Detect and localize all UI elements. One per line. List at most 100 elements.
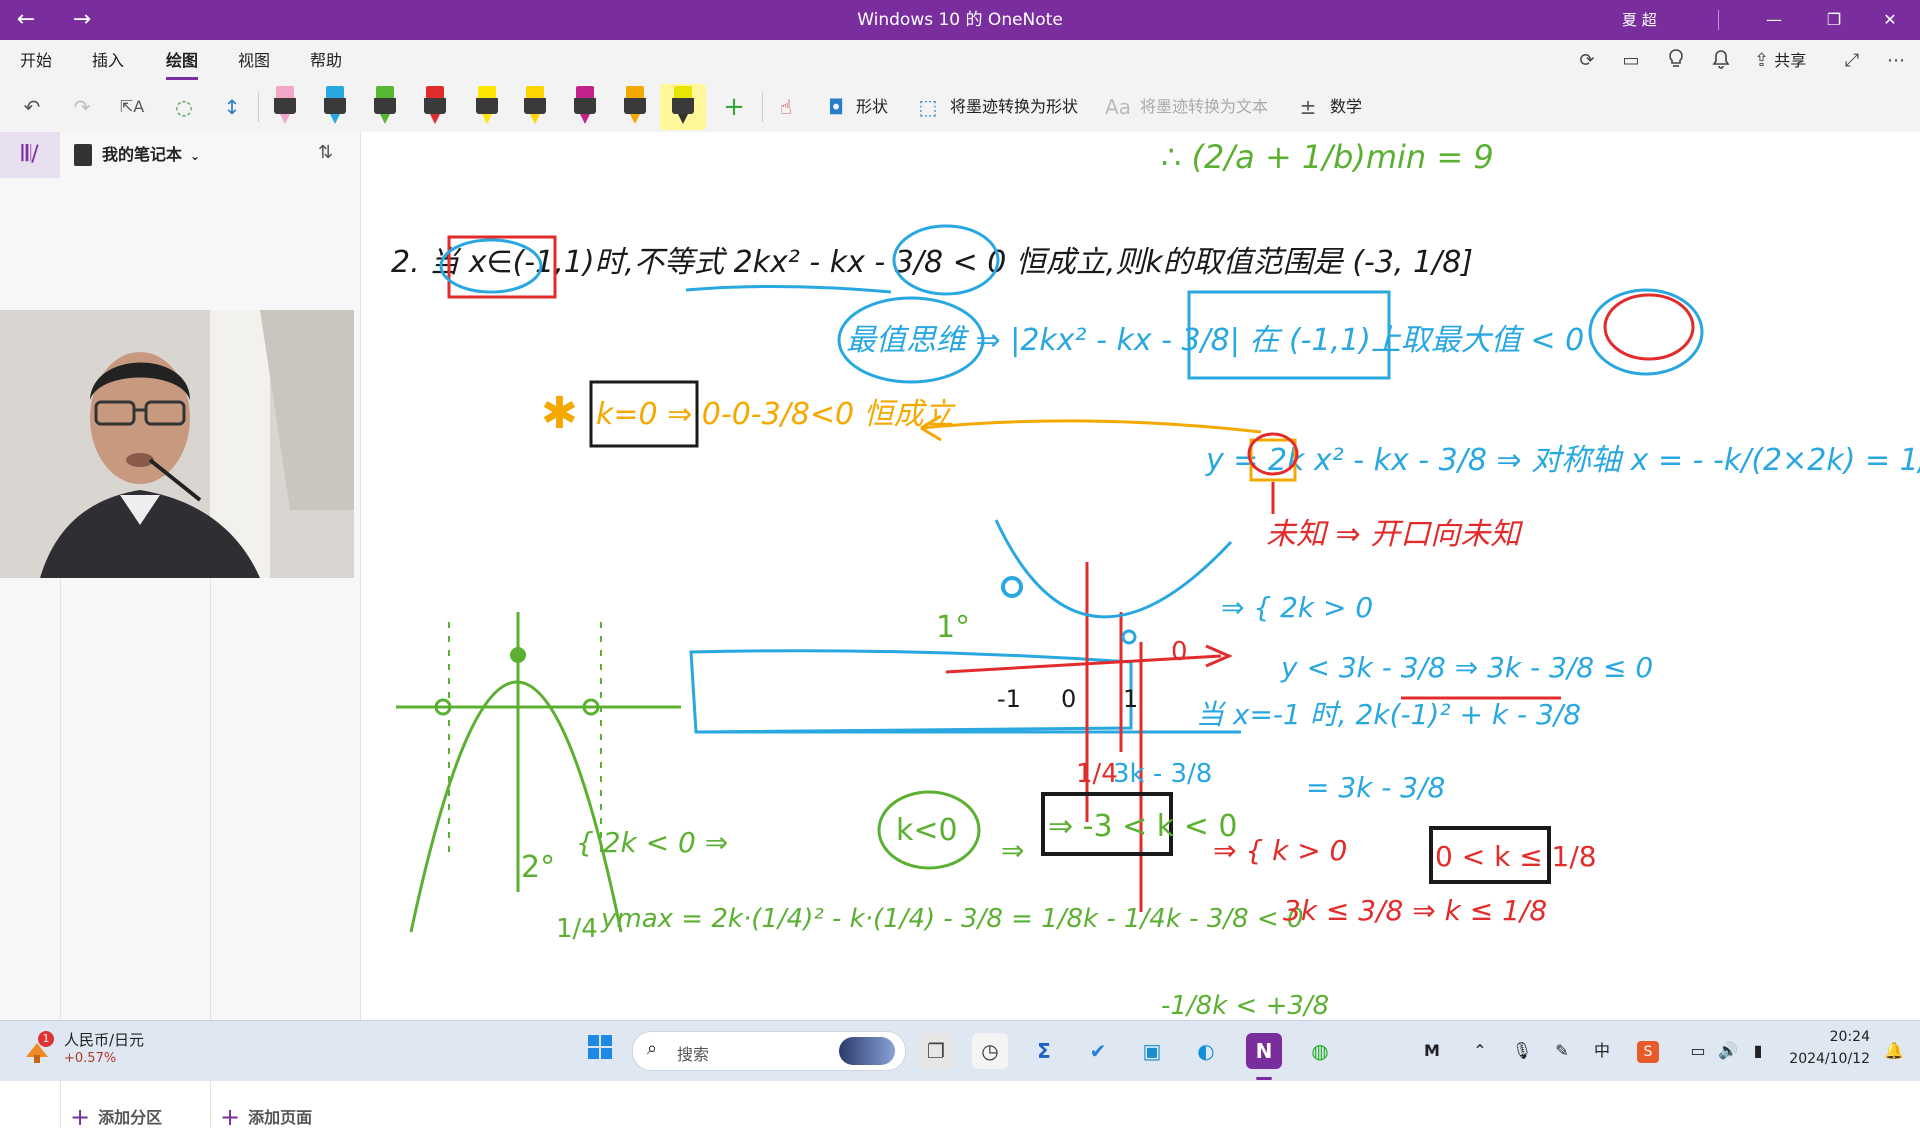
lightbulb-icon[interactable]	[1662, 48, 1690, 74]
notebooks-icon[interactable]: 𝄃𝄃/	[0, 132, 60, 178]
onenote-app-icon[interactable]: N	[1246, 1033, 1282, 1069]
lasso-text-select-icon[interactable]: ⇱A	[116, 92, 148, 122]
notification-bell-icon[interactable]: 🔔	[1880, 1021, 1908, 1081]
ink-to-shape-button[interactable]: 将墨迹转换为形状	[950, 82, 1078, 132]
pen-red[interactable]	[424, 86, 446, 126]
ink-case1-label: 1°	[936, 610, 970, 645]
todo-app-icon[interactable]: ✔	[1080, 1033, 1116, 1069]
lasso-select-icon[interactable]: ◌	[168, 92, 200, 122]
undo-icon[interactable]: ↶	[16, 92, 48, 122]
start-icon[interactable]	[582, 1033, 618, 1069]
pen-tray-icon[interactable]: ✎	[1548, 1021, 1576, 1081]
ink-case2-line: { 2k < 0 ⇒	[576, 826, 728, 859]
tab-help[interactable]: 帮助	[310, 40, 342, 82]
pen-yellow[interactable]	[524, 86, 546, 126]
bell-icon[interactable]	[1707, 48, 1735, 74]
volume-icon[interactable]: 🔊	[1714, 1021, 1742, 1081]
notebook-selector[interactable]: 我的笔记本 ⌄ ⇅	[60, 132, 360, 178]
math-button[interactable]: 数学	[1330, 82, 1362, 132]
share-button[interactable]: ⇪ 共享	[1754, 40, 1806, 82]
task-view-icon[interactable]: ❐	[918, 1033, 954, 1069]
ink-red-circle	[1603, 293, 1695, 361]
mi-logo-icon[interactable]: M	[1412, 1021, 1452, 1081]
microphone-icon[interactable]: 🎙	[1508, 1021, 1536, 1081]
clock-time[interactable]: 20:24	[1790, 1029, 1870, 1045]
ink-case2-line: -1/8k < +3/8	[1161, 991, 1329, 1020]
ink-to-text-icon: Aa	[1105, 95, 1131, 119]
pen-body	[424, 98, 446, 114]
shapes-icon[interactable]: ◘	[820, 92, 852, 122]
pen-orange[interactable]	[624, 86, 646, 126]
remote-desktop-icon[interactable]: ▣	[1134, 1033, 1170, 1069]
ink-unknown-line: 未知 ⇒ 开口向未知	[1266, 517, 1523, 552]
tab-insert[interactable]: 插入	[92, 40, 124, 82]
add-pen-icon[interactable]: +	[718, 92, 750, 122]
search-highlight-image	[839, 1037, 895, 1065]
page-view-icon[interactable]: ▭	[1617, 48, 1645, 74]
battery-icon[interactable]: ▮	[1744, 1021, 1772, 1081]
note-canvas[interactable]: ∴ (2/a + 1/b)min = 9 2. 当 x∈(-1,1)时,不等式 …	[361, 132, 1920, 1020]
pen-body	[574, 98, 596, 114]
sigma-app-icon[interactable]: Σ	[1026, 1033, 1062, 1069]
math-icon[interactable]: ±	[1292, 92, 1324, 122]
pen-black-pink[interactable]	[274, 86, 296, 126]
tab-home[interactable]: 开始	[20, 40, 52, 82]
stock-name[interactable]: 人民币/日元	[64, 1029, 144, 1050]
navigation-pane: 𝄃𝄃/ 我的笔记本 ⌄ ⇅ + 添加分区 + 添加页面	[0, 132, 361, 1131]
ink-left-graph: 1/4	[396, 612, 681, 944]
pen-tip	[330, 114, 340, 124]
stock-change: +0.57%	[64, 1051, 117, 1066]
pen-tip	[530, 114, 540, 124]
ink-replay-icon[interactable]: ☝	[770, 92, 802, 122]
close-button[interactable]: ✕	[1860, 0, 1920, 40]
clock-app-icon[interactable]: ◷	[972, 1033, 1008, 1069]
pen-body	[324, 98, 346, 114]
ink-case1-line: 当 x=-1 时, 2k(-1)² + k - 3/8	[1196, 698, 1581, 731]
ink-to-shape-icon[interactable]: ⬚	[912, 92, 944, 122]
draw-toolbar: ↶ ↷ ⇱A ◌ ↕ + ☝ ◘ 形状 ⬚ 将墨迹转换为形状 Aa 将墨迹转换为…	[0, 82, 1920, 133]
redo-icon[interactable]: ↷	[66, 92, 98, 122]
tray-chevron-icon[interactable]: ⌃	[1466, 1021, 1494, 1081]
clock-date[interactable]: 2024/10/12	[1770, 1051, 1870, 1067]
ink-case1-line: = 3k - 3/8	[1306, 771, 1445, 804]
stock-widget-icon[interactable]: 1	[22, 1031, 54, 1065]
minimize-button[interactable]: —	[1744, 0, 1804, 40]
restore-button[interactable]: ❐	[1804, 0, 1864, 40]
user-name[interactable]: 夏 超	[1622, 0, 1657, 40]
edge-browser-icon[interactable]: ◐	[1188, 1033, 1224, 1069]
pen-blue[interactable]	[324, 86, 346, 126]
ink-label: 1/4	[556, 914, 598, 944]
more-icon[interactable]: ⋯	[1882, 48, 1910, 74]
ink-axis-line: y = 2k x² - kx - 3/8 ⇒ 对称轴 x = - -k/(2×2…	[1205, 443, 1920, 478]
search-box[interactable]: ⌕ 搜索	[632, 1031, 906, 1071]
pen-body	[672, 98, 694, 114]
tab-draw[interactable]: 绘图	[166, 40, 199, 80]
insert-space-icon[interactable]: ↕	[216, 92, 248, 122]
highlighter-selected[interactable]	[672, 86, 694, 126]
wechat-app-icon[interactable]: ◍	[1302, 1033, 1338, 1069]
ink-middle-graph: 0 3k - 3/8	[689, 612, 1241, 912]
shapes-button[interactable]: 形状	[856, 82, 888, 132]
pen-green[interactable]	[374, 86, 396, 126]
ink-max-value-line: 最值思维 ⇒ |2kx² - kx - 3/8| 在 (-1,1)上取最大值 <…	[846, 323, 1584, 358]
ink-parabola	[409, 680, 623, 933]
ime-indicator[interactable]: 中	[1588, 1021, 1616, 1081]
fullscreen-icon[interactable]: ⤢	[1838, 48, 1866, 74]
sogou-icon[interactable]: S	[1634, 1021, 1662, 1081]
pen-magenta[interactable]	[574, 86, 596, 126]
tab-view[interactable]: 视图	[238, 40, 270, 82]
add-page-button[interactable]: + 添加页面	[220, 1100, 312, 1134]
ink-drawing[interactable]: ∴ (2/a + 1/b)min = 9 2. 当 x∈(-1,1)时,不等式 …	[361, 132, 1920, 1020]
divider	[1718, 10, 1719, 30]
ink-label: -1	[997, 685, 1021, 713]
title-bar: ← → Windows 10 的 OneNote 夏 超 — ❐ ✕	[0, 0, 1920, 40]
notebook-icon	[74, 144, 92, 166]
plus-icon: +	[220, 1103, 241, 1131]
add-section-button[interactable]: + 添加分区	[70, 1100, 162, 1134]
ink-arrow-symbol: ⇒	[1001, 834, 1024, 867]
sync-icon[interactable]: ⟳	[1573, 48, 1601, 74]
highlighter-yellow[interactable]	[476, 86, 498, 126]
notification-badge: 1	[38, 1031, 54, 1047]
sort-icon[interactable]: ⇅	[318, 142, 333, 163]
network-icon[interactable]: ▭	[1684, 1021, 1712, 1081]
